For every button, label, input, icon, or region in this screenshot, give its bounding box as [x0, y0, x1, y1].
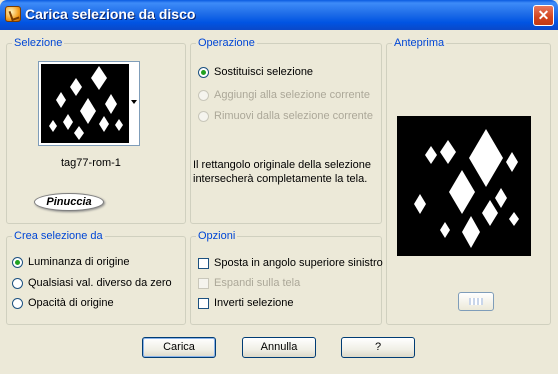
selection-thumbnail-dropdown[interactable] [38, 61, 140, 146]
checkbox[interactable] [198, 257, 209, 269]
checkbox-invert-selection[interactable]: Inverti selezione [198, 297, 294, 309]
load-button[interactable]: Carica [142, 337, 216, 358]
radio-button[interactable] [12, 277, 23, 289]
close-button[interactable]: ✕ [533, 5, 554, 26]
title-bar[interactable]: Carica selezione da disco ✕ [0, 0, 558, 30]
radio-source-opacity[interactable]: Opacità di origine [12, 297, 114, 309]
radio-label: Opacità di origine [28, 297, 114, 309]
selection-file-name: tag77-rom-1 [61, 157, 121, 169]
radio-label: Aggiungi alla selezione corrente [214, 89, 370, 101]
checkbox-label: Sposta in angolo superiore sinistro [214, 257, 383, 269]
checkbox[interactable] [198, 297, 209, 309]
checkbox-expand-canvas[interactable]: Espandi sulla tela [198, 277, 300, 289]
preview-zoom-button[interactable] [458, 292, 494, 311]
radio-button[interactable] [198, 89, 209, 101]
checkbox-label: Inverti selezione [214, 297, 294, 309]
window-title: Carica selezione da disco [25, 6, 196, 22]
radio-any-non-zero[interactable]: Qualsiasi val. diverso da zero [12, 277, 172, 289]
preview-group-title: Anteprima [392, 37, 447, 50]
radio-label: Sostituisci selezione [214, 66, 314, 78]
radio-button[interactable] [198, 110, 209, 122]
help-button[interactable]: ? [341, 337, 415, 358]
radio-label: Qualsiasi val. diverso da zero [28, 277, 172, 289]
radio-button[interactable] [198, 66, 209, 78]
radio-button[interactable] [12, 256, 23, 268]
cancel-button[interactable]: Annulla [242, 337, 316, 358]
radio-button[interactable] [12, 297, 23, 309]
selection-thumbnail [41, 64, 129, 143]
chevron-down-icon[interactable] [131, 100, 137, 104]
app-icon [5, 6, 21, 22]
radio-replace-selection[interactable]: Sostituisci selezione [198, 66, 313, 78]
operation-info-text: Il rettangolo originale della selezione … [193, 159, 371, 185]
options-group-title: Opzioni [196, 230, 238, 243]
checkbox-label: Espandi sulla tela [214, 277, 301, 289]
checkbox-move-top-left[interactable]: Sposta in angolo superiore sinistro [198, 257, 383, 269]
radio-label: Rimuovi dalla selezione corrente [214, 110, 373, 122]
checker-icon [469, 298, 483, 305]
pinuccia-logo: Pinuccia [34, 193, 104, 211]
radio-label: Luminanza di origine [28, 256, 130, 268]
radio-remove-from-selection[interactable]: Rimuovi dalla selezione corrente [198, 110, 373, 122]
operation-group-title: Operazione [196, 37, 257, 50]
preview-image [397, 116, 531, 256]
radio-source-luminance[interactable]: Luminanza di origine [12, 256, 130, 268]
checkbox[interactable] [198, 277, 209, 289]
selection-group-title: Selezione [12, 37, 65, 50]
radio-add-to-selection[interactable]: Aggiungi alla selezione corrente [198, 89, 370, 101]
create-from-group-title: Crea selezione da [12, 230, 105, 243]
